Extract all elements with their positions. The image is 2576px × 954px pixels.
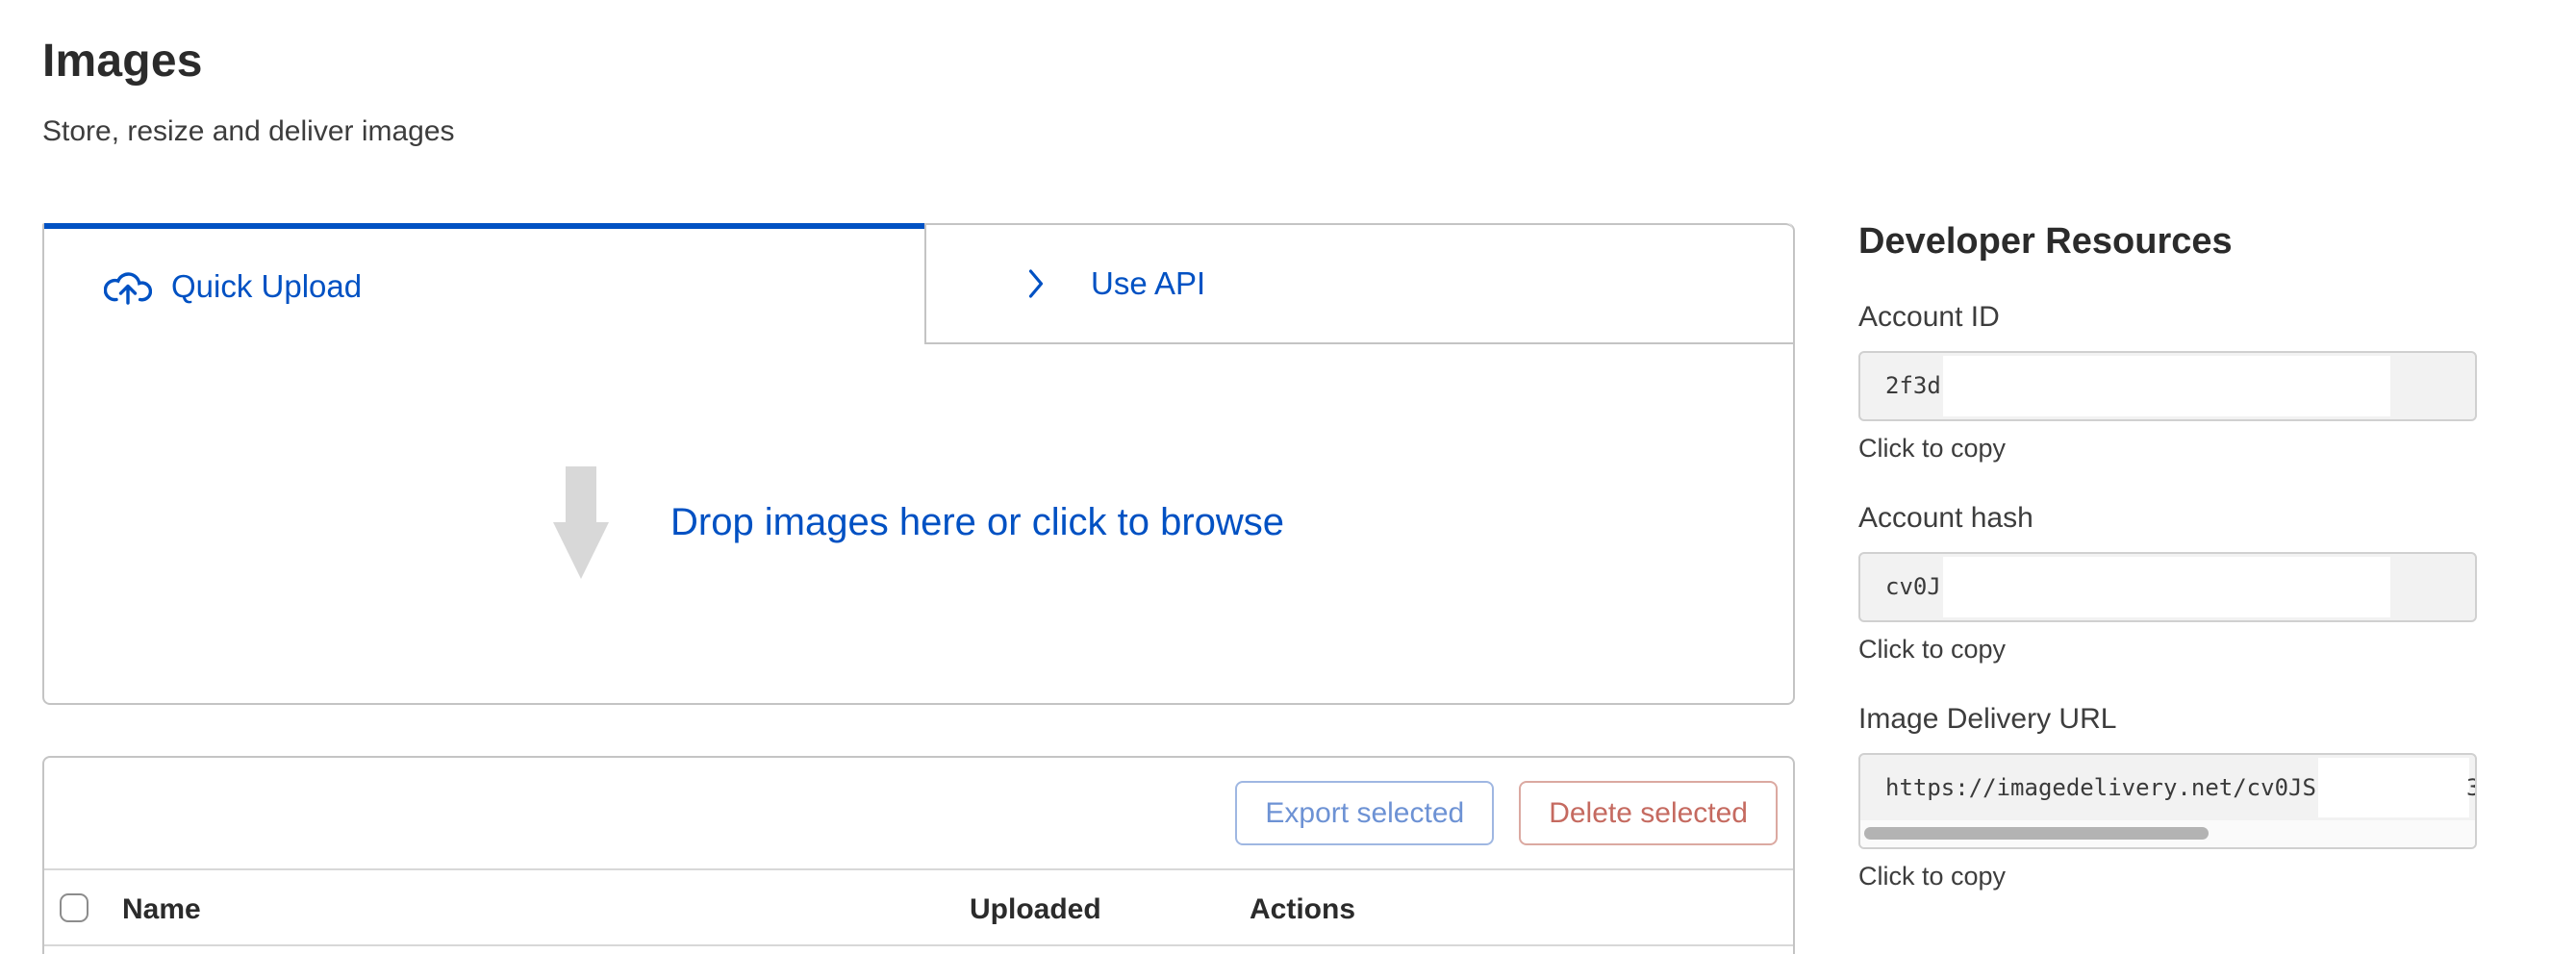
upload-card: Quick Upload Use API Drop images here or… [42,223,1795,705]
redaction-overlay [1943,557,2390,617]
image-delivery-url-value: https://imagedelivery.net/cv0JSj [1885,755,2330,820]
list-toolbar: Export selected Delete selected [44,758,1793,868]
account-hash-label: Account hash [1858,502,2477,535]
developer-resources-panel: Developer Resources Account ID 2f3d Clic… [1858,221,2477,891]
column-header-name: Name [122,893,201,926]
image-delivery-url-field[interactable]: https://imagedelivery.net/cv0JSj 3 [1858,753,2477,849]
image-delivery-url-copy-hint: Click to copy [1858,862,2477,891]
tab-quick-upload[interactable]: Quick Upload [44,223,924,344]
cloud-upload-icon [104,266,152,307]
image-delivery-url-section: Image Delivery URL https://imagedelivery… [1858,703,2477,891]
sidebar-title: Developer Resources [1858,221,2477,263]
dropzone[interactable]: Drop images here or click to browse [44,344,1793,701]
account-id-copy-hint: Click to copy [1858,434,2477,464]
table-header-row: Name Uploaded Actions [44,868,1793,946]
redaction-overlay [2318,758,2469,817]
tab-use-api-label: Use API [1091,265,1205,302]
dropzone-label: Drop images here or click to browse [670,501,1284,544]
image-list-card: Export selected Delete selected Name Upl… [42,756,1795,954]
account-id-value: 2f3d [1885,353,1941,419]
upload-tabs: Quick Upload Use API [44,223,1793,344]
image-delivery-url-label: Image Delivery URL [1858,703,2477,736]
image-delivery-url-text-area: https://imagedelivery.net/cv0JSj 3 [1860,755,2475,820]
images-page: Images Store, resize and deliver images … [0,0,2576,954]
select-all-checkbox[interactable] [60,893,88,922]
scrollbar-thumb[interactable] [1864,827,2209,840]
delete-selected-button[interactable]: Delete selected [1519,781,1778,845]
redaction-overlay [1943,356,2390,416]
tab-quick-upload-label: Quick Upload [171,268,362,305]
column-header-uploaded: Uploaded [970,893,1101,926]
account-hash-section: Account hash cv0J Click to copy [1858,502,2477,665]
account-hash-copy-hint: Click to copy [1858,635,2477,665]
column-header-actions: Actions [1250,893,1355,926]
page-title: Images [42,35,203,88]
chevron-right-icon [1027,269,1045,298]
clipped-character: 3 [2466,755,2475,820]
account-id-field[interactable]: 2f3d [1858,351,2477,421]
account-id-section: Account ID 2f3d Click to copy [1858,301,2477,464]
export-selected-button[interactable]: Export selected [1235,781,1494,845]
account-hash-value: cv0J [1885,554,1941,620]
tab-use-api[interactable]: Use API [924,223,1793,344]
arrow-down-icon [553,466,609,579]
page-subtitle: Store, resize and deliver images [42,115,455,148]
horizontal-scrollbar[interactable] [1860,820,2475,847]
account-hash-field[interactable]: cv0J [1858,552,2477,622]
account-id-label: Account ID [1858,301,2477,334]
